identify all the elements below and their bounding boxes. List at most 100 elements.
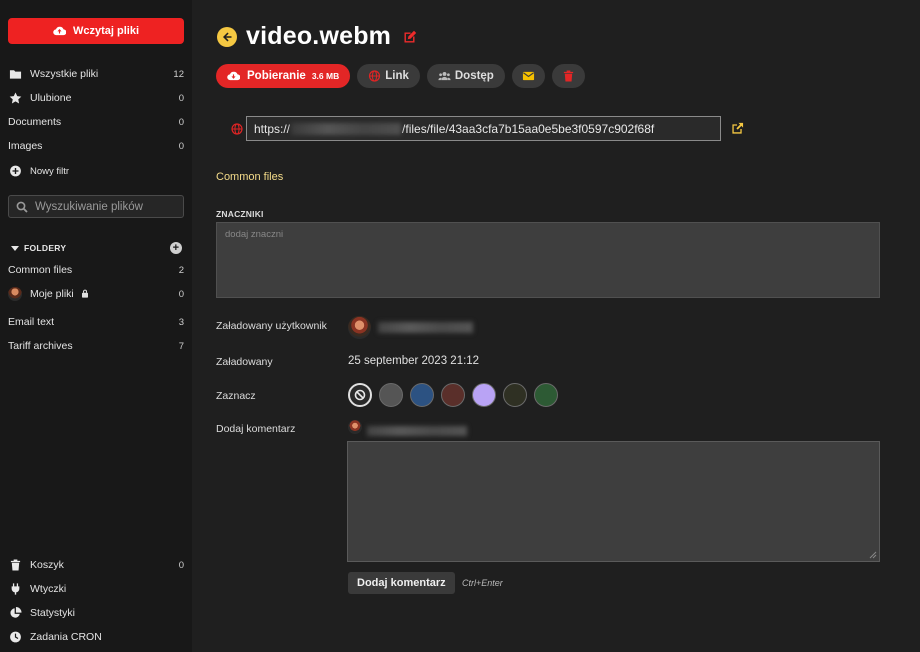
upload-button[interactable]: Wczytaj pliki	[8, 18, 184, 44]
external-link-icon[interactable]	[731, 122, 744, 135]
avatar	[8, 287, 22, 301]
link-button[interactable]: Link	[357, 64, 420, 88]
cloud-upload-icon	[53, 26, 66, 36]
trash-icon	[563, 70, 573, 82]
sidebar-item-label: Zadania CRON	[30, 631, 102, 643]
color-swatch-gray[interactable]	[379, 383, 403, 407]
commenter-avatar	[348, 420, 362, 434]
tags-input[interactable]: dodaj znaczni	[216, 222, 880, 298]
sidebar-item-label: Images	[8, 140, 43, 152]
share-url-row: https:// /files/file/43aa3cfa7b15aa0e5be3…	[231, 116, 744, 141]
edit-icon[interactable]	[403, 30, 417, 44]
file-size: 3.6 MB	[311, 71, 340, 81]
sidebar-item-count: 0	[178, 92, 184, 104]
delete-button[interactable]	[551, 64, 585, 88]
file-search-input[interactable]: Wyszukiwanie plików	[8, 195, 184, 218]
users-icon	[438, 72, 451, 81]
sidebar-item-label: Ulubione	[30, 92, 72, 104]
sidebar-item-images[interactable]: Images 0	[8, 136, 184, 156]
sidebar-item-trash[interactable]: Koszyk 0	[8, 555, 184, 575]
star-icon	[9, 92, 21, 104]
sidebar-item-label: Wszystkie pliki	[30, 68, 99, 80]
folder-label: Common files	[8, 264, 73, 276]
upload-label: Wczytaj pliki	[72, 25, 140, 37]
folder-item-my-files[interactable]: Moje pliki 0	[8, 284, 184, 304]
sidebar-item-all-files[interactable]: Wszystkie pliki 12	[8, 64, 184, 84]
color-swatch-brown[interactable]	[441, 383, 465, 407]
sidebar-item-favorites[interactable]: Ulubione 0	[8, 88, 184, 108]
clock-icon	[9, 631, 21, 643]
resize-grip-icon[interactable]	[869, 551, 877, 559]
folder-count: 3	[178, 316, 184, 328]
globe-icon	[369, 70, 381, 82]
folder-count: 0	[178, 288, 184, 300]
mark-label: Zaznacz	[216, 390, 256, 402]
folder-link[interactable]: Common files	[216, 171, 283, 183]
comment-label: Dodaj komentarz	[216, 423, 296, 435]
caret-down-icon	[11, 245, 19, 251]
uploaded-by-label: Załadowany użytkownik	[216, 320, 327, 332]
folder-item-common-files[interactable]: Common files 2	[8, 260, 184, 280]
plus-circle-icon	[9, 165, 21, 177]
sidebar-item-count: 0	[178, 559, 184, 571]
sidebar-item-plugins[interactable]: Wtyczki	[8, 579, 184, 599]
link-label: Link	[385, 70, 409, 82]
folder-item-tariff-archives[interactable]: Tariff archives 7	[8, 336, 184, 356]
download-label: Pobieranie	[247, 70, 306, 82]
tags-heading: ZNACZNIKI	[216, 209, 264, 219]
color-swatch-olive[interactable]	[503, 383, 527, 407]
plug-icon	[11, 583, 19, 595]
color-swatch-blue[interactable]	[410, 383, 434, 407]
pie-chart-icon	[9, 607, 21, 618]
share-url-field[interactable]: https:// /files/file/43aa3cfa7b15aa0e5be3…	[246, 116, 721, 141]
envelope-icon	[522, 71, 534, 81]
email-button[interactable]	[511, 64, 545, 88]
sidebar-item-label: Nowy filtr	[30, 165, 70, 177]
uploaded-label: Załadowany	[216, 356, 273, 368]
redacted-commenter-name	[367, 426, 467, 436]
lock-icon	[81, 289, 88, 298]
sidebar-item-label: Documents	[8, 116, 62, 128]
color-marker-group	[348, 383, 558, 407]
sidebar-item-count: 0	[178, 140, 184, 152]
folders-header[interactable]: FOLDERY +	[11, 240, 182, 256]
no-color-swatch[interactable]	[348, 383, 372, 407]
cloud-download-icon	[227, 71, 240, 81]
folder-label: Email text	[8, 316, 55, 328]
folder-count: 2	[178, 264, 184, 276]
url-path: /files/file/43aa3cfa7b15aa0e5be3f0597c90…	[402, 121, 655, 136]
uploader-avatar	[348, 316, 371, 339]
file-actions: Pobieranie 3.6 MB Link Dostęp	[216, 64, 585, 88]
sidebar-item-documents[interactable]: Documents 0	[8, 112, 184, 132]
sidebar-item-cron[interactable]: Zadania CRON	[8, 627, 184, 647]
folder-label: Moje pliki	[30, 288, 74, 300]
access-button[interactable]: Dostęp	[426, 64, 505, 88]
color-swatch-green[interactable]	[534, 383, 558, 407]
folders-heading: FOLDERY	[24, 243, 67, 253]
sidebar-item-statistics[interactable]: Statystyki	[8, 603, 184, 623]
add-comment-button[interactable]: Dodaj komentarz	[348, 572, 455, 594]
sidebar: Wczytaj pliki Wszystkie pliki 12 Ulubion…	[0, 0, 192, 652]
tags-placeholder: dodaj znaczni	[225, 229, 284, 240]
trash-icon	[10, 559, 20, 571]
comment-textarea[interactable]	[347, 441, 880, 562]
file-title: video.webm	[246, 22, 392, 50]
folder-count: 7	[178, 340, 184, 352]
folder-label: Tariff archives	[8, 340, 73, 352]
color-swatch-lavender[interactable]	[472, 383, 496, 407]
redacted-uploader-name	[378, 322, 473, 333]
add-folder-icon[interactable]: +	[170, 242, 182, 254]
sidebar-item-label: Koszyk	[30, 559, 64, 571]
sidebar-item-label: Statystyki	[30, 607, 75, 619]
globe-icon	[231, 122, 243, 135]
file-details: video.webm Pobieranie 3.6 MB Link Dostęp…	[192, 0, 920, 652]
folder-label-wrap: Moje pliki	[30, 288, 166, 300]
redacted-host	[291, 122, 402, 135]
download-button[interactable]: Pobieranie 3.6 MB	[216, 64, 351, 88]
search-placeholder: Wyszukiwanie plików	[35, 200, 143, 213]
sidebar-item-label: Wtyczki	[30, 583, 67, 595]
back-arrow-icon[interactable]	[217, 26, 237, 47]
title-row: video.webm	[217, 22, 417, 51]
folder-item-email-text[interactable]: Email text 3	[8, 312, 184, 332]
sidebar-item-new-filter[interactable]: Nowy filtr	[8, 161, 184, 181]
